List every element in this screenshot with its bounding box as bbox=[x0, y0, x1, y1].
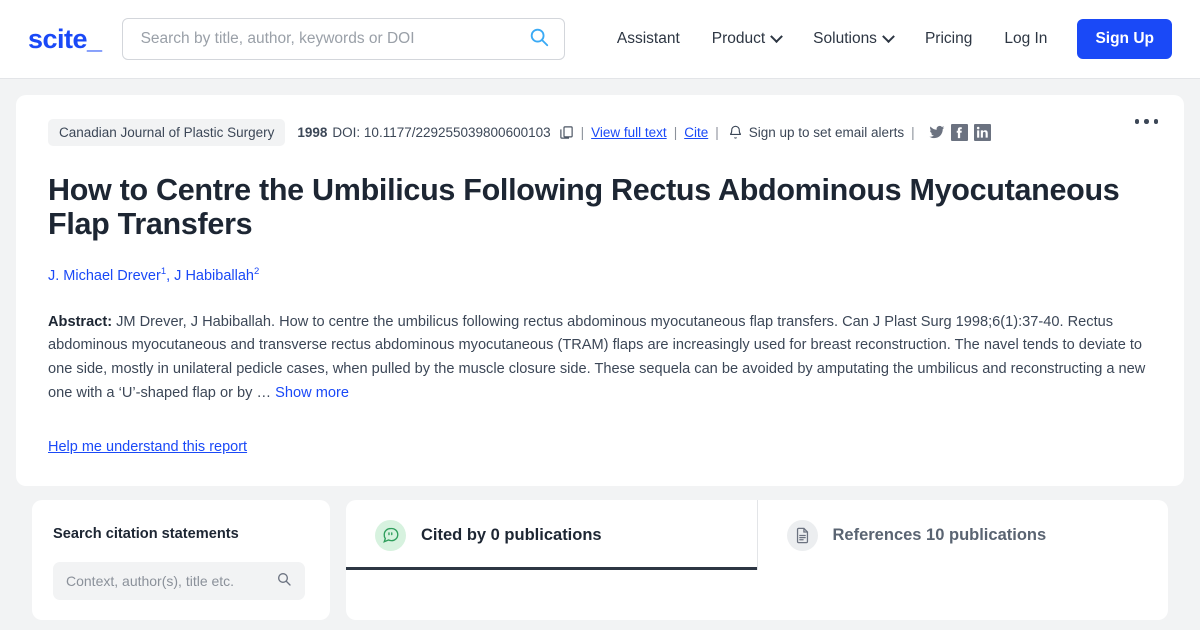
cite-link[interactable]: Cite bbox=[684, 125, 708, 140]
citation-search-input[interactable] bbox=[66, 573, 276, 590]
site-header: scite_ Assistant Product Solutions Prici… bbox=[0, 0, 1200, 79]
twitter-icon[interactable] bbox=[928, 124, 945, 141]
tab-label: Cited by 0 publications bbox=[421, 525, 602, 544]
nav-item-label: Product bbox=[711, 30, 766, 47]
separator: | bbox=[580, 124, 585, 140]
tab-label: References 10 publications bbox=[832, 525, 1047, 544]
view-full-text-link[interactable]: View full text bbox=[591, 125, 667, 140]
abstract-label: Abstract: bbox=[48, 313, 113, 330]
author-affiliation: 2 bbox=[253, 265, 260, 277]
doi-text: DOI: 10.1177/229255039800600103 bbox=[332, 124, 551, 140]
nav-item-pricing[interactable]: Pricing bbox=[909, 30, 988, 48]
abstract-text: JM Drever, J Habiballah. How to centre t… bbox=[48, 313, 1146, 401]
dot bbox=[1144, 119, 1149, 124]
separator: | bbox=[673, 124, 678, 140]
author-name[interactable]: J Habiballah bbox=[174, 268, 254, 284]
bottom-section: Search citation statements Context, auth… bbox=[16, 500, 1184, 621]
nav-item-assistant[interactable]: Assistant bbox=[601, 30, 696, 48]
sign-up-button[interactable]: Sign Up bbox=[1077, 19, 1172, 59]
nav-item-label: Log In bbox=[1004, 30, 1048, 47]
chevron-down-icon bbox=[882, 29, 895, 43]
scite-logo[interactable]: scite_ bbox=[28, 24, 102, 55]
separator: | bbox=[911, 124, 915, 140]
publication-tabs: Cited by 0 publications References 10 pu… bbox=[346, 500, 1169, 621]
dot bbox=[1134, 119, 1139, 124]
journal-name[interactable]: Canadian Journal of Plastic Surgery bbox=[48, 118, 286, 146]
linkedin-icon[interactable] bbox=[973, 123, 991, 141]
citation-search-box[interactable] bbox=[53, 562, 305, 601]
author-name[interactable]: J. Michael Drever bbox=[48, 268, 161, 284]
quote-bubble-icon bbox=[375, 519, 406, 551]
nav-item-label: Assistant bbox=[616, 30, 680, 47]
page-body: Canadian Journal of Plastic Surgery 1998… bbox=[0, 79, 1200, 630]
main-navigation: Assistant Product Solutions Pricing Log … bbox=[601, 19, 1172, 59]
citation-search-panel: Search citation statements bbox=[32, 500, 330, 621]
abstract: Abstract: JM Drever, J Habiballah. How t… bbox=[48, 311, 1152, 406]
tab-cited-by[interactable]: Cited by 0 publications bbox=[346, 500, 757, 571]
social-share-group bbox=[928, 123, 991, 141]
authors-separator: , bbox=[166, 267, 175, 284]
page-title: How to Centre the Umbilicus Following Re… bbox=[48, 173, 1120, 242]
separator: | bbox=[715, 124, 719, 140]
bell-icon[interactable] bbox=[728, 125, 743, 140]
search-icon[interactable] bbox=[528, 26, 550, 53]
nav-item-login[interactable]: Log In bbox=[988, 30, 1063, 48]
author-list: J. Michael Drever1, J Habiballah2 bbox=[48, 266, 1152, 284]
global-search[interactable] bbox=[121, 18, 565, 60]
facebook-icon[interactable] bbox=[950, 123, 968, 141]
document-icon bbox=[786, 519, 818, 551]
search-icon[interactable] bbox=[276, 571, 292, 592]
nav-item-solutions[interactable]: Solutions bbox=[797, 29, 909, 48]
show-more-link[interactable]: Show more bbox=[275, 385, 349, 401]
nav-item-product[interactable]: Product bbox=[696, 29, 797, 48]
article-card: Canadian Journal of Plastic Surgery 1998… bbox=[16, 95, 1184, 487]
citation-search-title: Search citation statements bbox=[53, 526, 239, 543]
publication-year: 1998 bbox=[297, 124, 328, 140]
nav-item-label: Pricing bbox=[924, 30, 973, 47]
email-alerts-text[interactable]: Sign up to set email alerts bbox=[749, 125, 904, 140]
copy-icon[interactable] bbox=[559, 125, 574, 140]
tab-references[interactable]: References 10 publications bbox=[756, 500, 1169, 571]
chevron-down-icon bbox=[770, 29, 784, 43]
more-options-icon[interactable] bbox=[1134, 119, 1158, 124]
article-metadata-row: Canadian Journal of Plastic Surgery 1998… bbox=[48, 118, 1152, 146]
help-understand-report-link[interactable]: Help me understand this report bbox=[48, 439, 247, 455]
search-input[interactable] bbox=[140, 30, 528, 48]
nav-item-label: Solutions bbox=[813, 30, 877, 47]
dot bbox=[1153, 119, 1158, 124]
